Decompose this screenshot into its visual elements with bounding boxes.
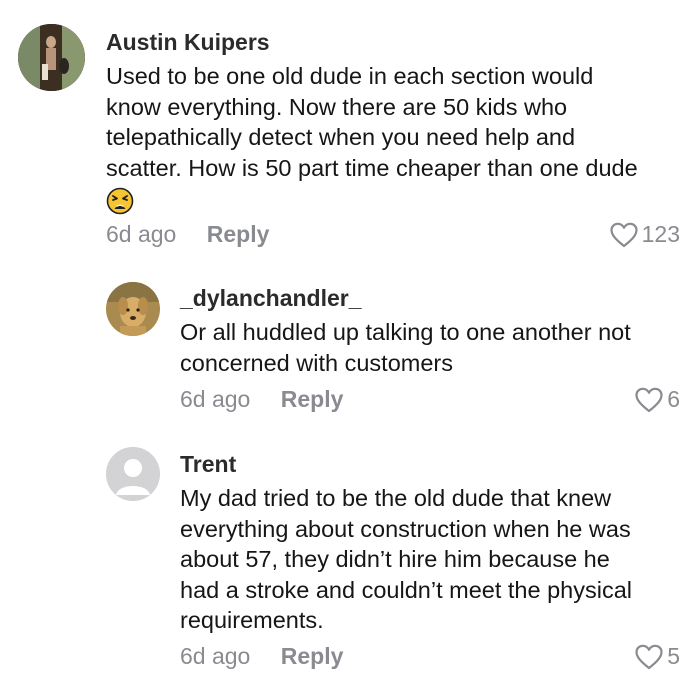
comment-time: 6d ago [180,386,251,412]
comment-line: telepathically detect when you need help… [106,124,576,150]
comment-time: 6d ago [106,221,177,247]
comment-text: Used to be one old dude in each section … [106,61,686,215]
heart-outline-icon [610,222,638,247]
like-count: 6 [667,386,680,412]
comment-line: everything about construction when he wa… [180,515,631,542]
profile-photo [106,282,160,336]
comment-meta: 6d ago Reply [180,386,343,413]
like-button[interactable]: 5 [635,643,680,670]
comment-time: 6d ago [180,643,251,669]
profile-photo [18,24,85,91]
avatar[interactable] [18,24,85,91]
comment-austin-kuipers: Austin Kuipers Used to be one old dude i… [0,0,689,260]
like-count: 5 [667,643,680,669]
comment-line: know everything. Now there are 50 kids w… [106,93,568,120]
tired-face-emoji [106,183,686,215]
comment-line: My dad tried to be the old dude that kne… [180,485,612,511]
comment-text: Or all huddled up talking to one another… [180,317,680,378]
like-button[interactable]: 123 [610,221,680,248]
reply-trent: Trent My dad tried to be the old dude th… [0,435,689,695]
comment-text: My dad tried to be the old dude that kne… [180,483,685,636]
avatar[interactable] [106,447,160,501]
comment-line: requirements. [180,607,324,633]
like-button[interactable]: 6 [635,386,680,413]
like-count: 123 [641,221,680,247]
reply-dylanchandler: _dylanchandler_ Or all huddled up talkin… [0,270,689,430]
comment-line: about 57, they didn’t hire him because h… [180,546,610,572]
default-avatar-icon [106,447,160,501]
comment-line: Used to be one old dude in each section … [106,63,594,89]
comment-meta: 6d ago Reply [106,221,269,248]
comment-author[interactable]: Trent [180,451,236,478]
comment-line: Or all huddled up talking to one another… [180,319,631,345]
comment-line: scatter. How is 50 part time cheaper tha… [106,154,638,181]
reply-button[interactable]: Reply [281,386,344,412]
heart-outline-icon [635,644,663,669]
comment-author[interactable]: Austin Kuipers [106,29,270,56]
comment-line: concerned with customers [180,349,453,376]
reply-button[interactable]: Reply [281,643,344,669]
reply-button[interactable]: Reply [207,221,270,247]
comment-line: had a stroke and couldn’t meet the physi… [180,576,632,603]
comment-author[interactable]: _dylanchandler_ [180,285,362,312]
avatar[interactable] [106,282,160,336]
comment-meta: 6d ago Reply [180,643,343,670]
heart-outline-icon [635,387,663,412]
